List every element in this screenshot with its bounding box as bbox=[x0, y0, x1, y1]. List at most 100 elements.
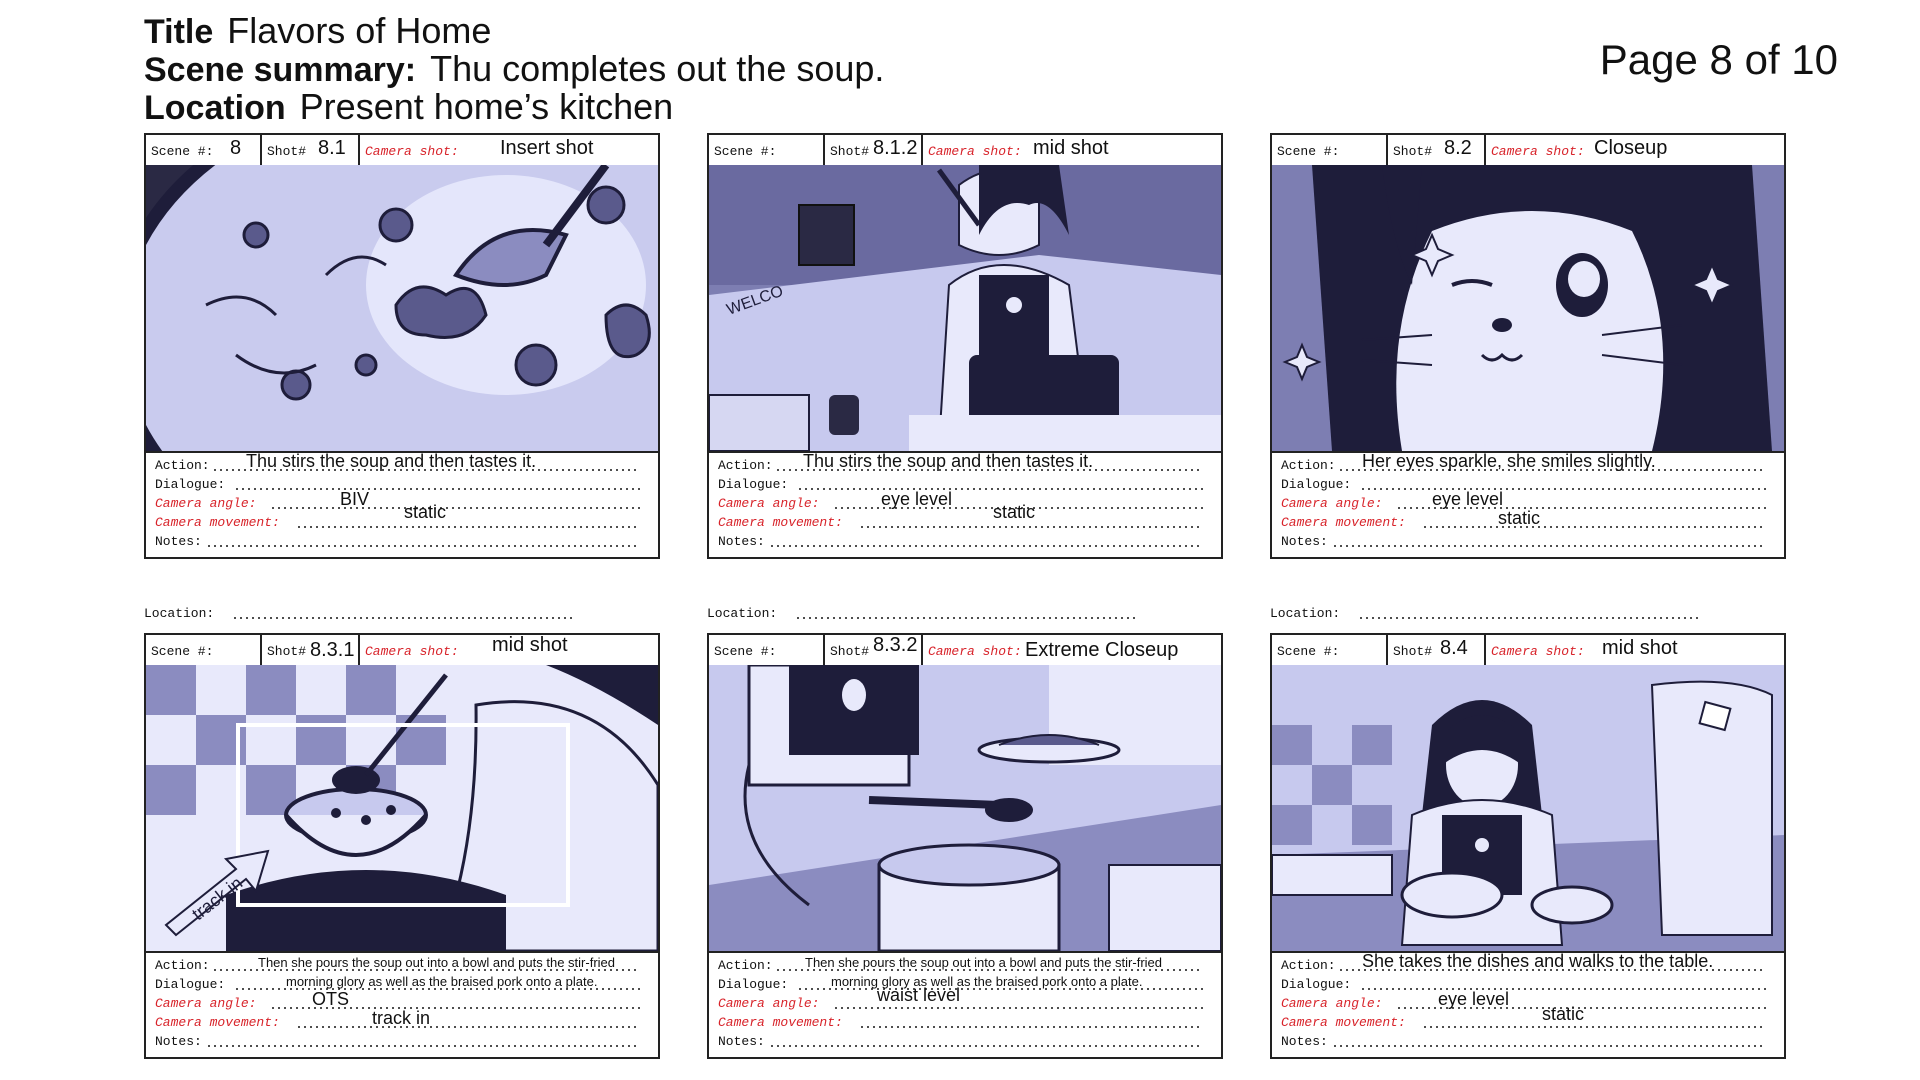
notes-row: Notes: bbox=[1272, 1031, 1784, 1050]
scene-cell: Scene #: bbox=[151, 644, 214, 659]
camera-shot-cell: Camera shot: Insert shot bbox=[358, 135, 658, 165]
panel-details: Action: Then she pours the soup out into … bbox=[709, 953, 1221, 1057]
camera-movement-row: Camera movement: bbox=[709, 1012, 1221, 1031]
action-row: Action: Thu stirs the soup and then taste… bbox=[709, 451, 1221, 474]
notes-row: Notes: bbox=[1272, 531, 1784, 550]
camera-shot-cell: Camera shot: Extreme Closeup bbox=[921, 635, 1221, 665]
scene-number: 8 bbox=[230, 137, 242, 159]
storyboard-panel: Scene #: Shot# 8.3.1 Camera shot: mid shot… bbox=[144, 633, 660, 1059]
action-text: Her eyes sparkle, she smiles slightly. bbox=[1362, 451, 1656, 471]
camera-shot-value: mid shot bbox=[1602, 637, 1678, 659]
dialogue-row: Dialogue: morning glory as well as the br… bbox=[146, 974, 658, 993]
camera-angle-row: Camera angle: waist level bbox=[709, 985, 1221, 1012]
panel-details: Action: Her eyes sparkle, she smiles slig… bbox=[1272, 451, 1784, 557]
panel-details: Action: Thu stirs the soup and then taste… bbox=[709, 451, 1221, 557]
plating-food-illustration bbox=[709, 665, 1221, 951]
camera-shot-cell: Camera shot: Closeup bbox=[1484, 135, 1784, 165]
storyboard-panel: Scene #: Shot# 8.4 Camera shot: mid shot A… bbox=[1270, 633, 1786, 1059]
scene-cell: Scene #: bbox=[714, 144, 777, 159]
shot-cell: Shot# 8.2 bbox=[1386, 135, 1484, 165]
camera-angle-text: eye level bbox=[881, 489, 953, 509]
camera-angle-text: waist level bbox=[877, 985, 961, 1005]
pouring-soup-illustration: track in bbox=[146, 665, 658, 951]
scene-cell: Scene #: bbox=[1277, 644, 1340, 659]
notes-row: Notes: bbox=[146, 1031, 658, 1050]
camera-movement-row: Camera movement: static bbox=[1272, 1004, 1784, 1031]
panel-header: Scene #: Shot# 8.1.2 Camera shot: mid shot bbox=[709, 135, 1221, 167]
shot-cell: Shot# 8.1 bbox=[260, 135, 358, 165]
dialogue-row: Dialogue: bbox=[709, 474, 1221, 493]
storyboard-panel: Scene #: Shot# 8.1.2 Camera shot: mid shot… bbox=[707, 133, 1223, 559]
location-line-label: Location: bbox=[707, 606, 778, 621]
panel-illustration bbox=[709, 665, 1221, 953]
scene-location: Present home’s kitchen bbox=[299, 86, 674, 127]
soup-pot-illustration bbox=[146, 165, 658, 451]
panel-header: Scene #: Shot# 8.2 Camera shot: Closeup bbox=[1272, 135, 1784, 167]
scene-cell: Scene #: bbox=[1277, 144, 1340, 159]
panel-illustration: WELCO bbox=[709, 165, 1221, 453]
page-number: Page 8 of 10 bbox=[1599, 36, 1838, 83]
shot-cell: Shot# 8.4 bbox=[1386, 635, 1484, 665]
camera-shot-value: Insert shot bbox=[500, 137, 594, 159]
dialogue-row: Dialogue: bbox=[146, 474, 658, 493]
shot-cell: Shot# 8.3.1 bbox=[260, 635, 358, 665]
shot-cell: Shot# 8.3.2 bbox=[823, 634, 921, 665]
panel-illustration bbox=[146, 165, 658, 453]
action-row: Action: Then she pours the soup out into … bbox=[709, 955, 1221, 974]
camera-movement-text: static bbox=[404, 502, 447, 522]
camera-angle-text: eye level bbox=[1432, 489, 1504, 509]
title-row: Title Flavors of Home bbox=[144, 10, 491, 52]
storyboard-panel: Scene #: 8 Shot# 8.1 Camera shot: Insert sh… bbox=[144, 133, 660, 559]
storyboard-panel: Scene #: Shot# 8.2 Camera shot: Closeup Ac… bbox=[1270, 133, 1786, 559]
action-text: Thu stirs the soup and then tastes it. bbox=[803, 451, 1094, 471]
camera-angle-row: Camera angle: BIV bbox=[146, 489, 658, 512]
camera-shot-value: mid shot bbox=[492, 634, 568, 656]
camera-angle-text: eye level bbox=[1438, 989, 1510, 1009]
shot-number: 8.1 bbox=[318, 137, 346, 159]
panel-header: Scene #: 8 Shot# 8.1 Camera shot: Insert sh… bbox=[146, 135, 658, 167]
action-text: Then she pours the soup out into a bowl … bbox=[805, 955, 1162, 970]
action-row: Action: Her eyes sparkle, she smiles slig… bbox=[1272, 451, 1784, 474]
panel-header: Scene #: Shot# 8.3.2 Camera shot: Extreme … bbox=[709, 634, 1221, 667]
dialogue-text: morning glory as well as the braised por… bbox=[286, 974, 598, 989]
location-line-label: Location: bbox=[144, 606, 215, 621]
camera-shot-cell: Camera shot: mid shot bbox=[358, 634, 658, 665]
title-label: Title bbox=[144, 13, 214, 51]
panel-details: Action: She takes the dishes and walks to… bbox=[1272, 951, 1784, 1057]
camera-angle-text: BIV bbox=[340, 489, 370, 509]
panel-header: Scene #: Shot# 8.4 Camera shot: mid shot bbox=[1272, 635, 1784, 667]
notes-row: Notes: bbox=[709, 531, 1221, 550]
notes-row: Notes: bbox=[709, 1031, 1221, 1050]
dialogue-row: Dialogue: morning glory as well as the br… bbox=[709, 974, 1221, 993]
camera-angle-row: Camera angle: eye level bbox=[1272, 989, 1784, 1012]
shot-number: 8.3.1 bbox=[310, 639, 355, 661]
camera-shot-value: mid shot bbox=[1033, 137, 1109, 159]
action-row: Action: She takes the dishes and walks to… bbox=[1272, 951, 1784, 974]
panel-illustration bbox=[1272, 165, 1784, 453]
shot-number: 8.4 bbox=[1440, 637, 1468, 659]
dialogue-row: Dialogue: bbox=[1272, 474, 1784, 493]
carrying-dishes-illustration bbox=[1272, 665, 1784, 951]
location-row: Location Present home’s kitchen bbox=[144, 86, 673, 128]
panel-illustration bbox=[1272, 665, 1784, 953]
action-text: She takes the dishes and walks to the ta… bbox=[1362, 951, 1714, 971]
camera-movement-row: Camera movement: static bbox=[709, 502, 1221, 531]
location-label: Location bbox=[144, 89, 286, 127]
camera-shot-cell: Camera shot: mid shot bbox=[921, 135, 1221, 165]
panel-illustration: track in bbox=[146, 665, 658, 953]
action-row: Action: Then she pours the soup out into … bbox=[146, 955, 658, 974]
camera-movement-row: Camera movement: static bbox=[1272, 508, 1784, 531]
summary-row: Scene summary: Thu completes out the soup… bbox=[144, 48, 884, 90]
panel-details: Action: Then she pours the soup out into … bbox=[146, 953, 658, 1057]
camera-movement-row: Camera movement: static bbox=[146, 502, 658, 531]
location-line: Location: bbox=[707, 606, 1147, 626]
location-line: Location: bbox=[144, 606, 584, 626]
summary-label: Scene summary: bbox=[144, 51, 417, 89]
scene-summary: Thu completes out the soup. bbox=[430, 48, 885, 89]
panel-header: Scene #: Shot# 8.3.1 Camera shot: mid shot bbox=[146, 634, 658, 667]
scene-cell: Scene #: 8 bbox=[151, 137, 242, 159]
storyboard-panel: Scene #: Shot# 8.3.2 Camera shot: Extreme … bbox=[707, 633, 1223, 1059]
camera-movement-text: static bbox=[1498, 508, 1541, 528]
camera-movement-row: Camera movement: track in bbox=[146, 1008, 658, 1031]
camera-shot-value: Extreme Closeup bbox=[1025, 639, 1179, 661]
